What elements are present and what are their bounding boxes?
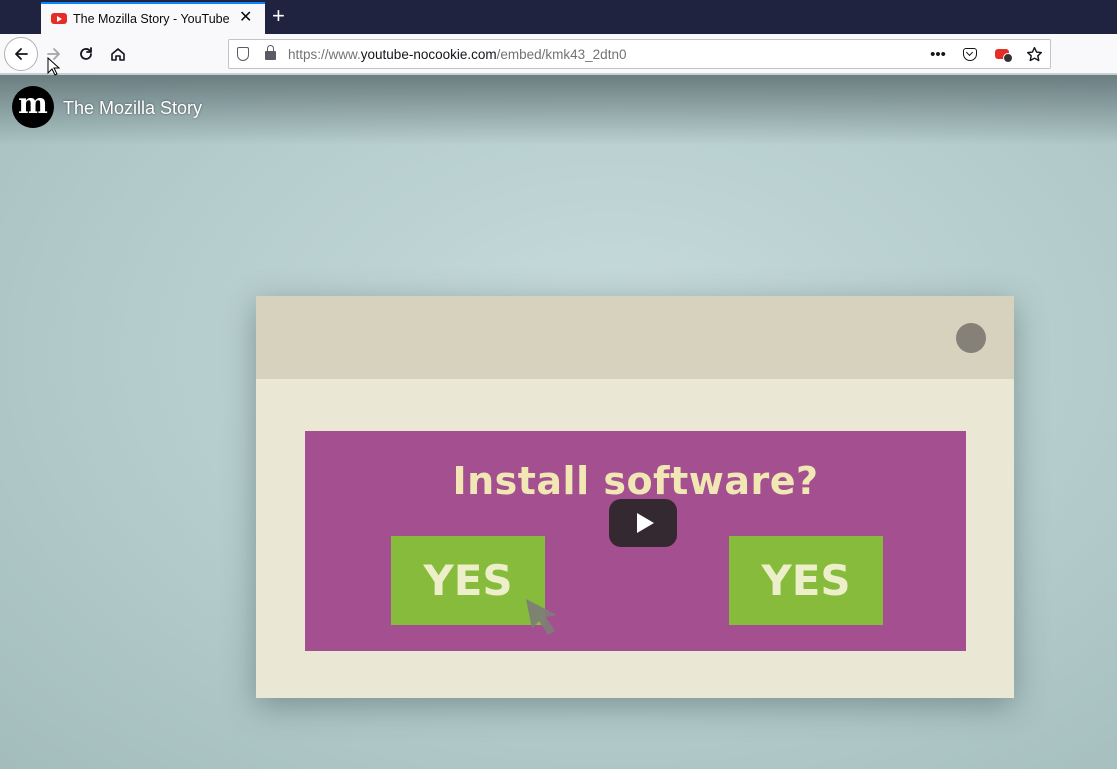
star-icon [1026, 46, 1042, 61]
home-button[interactable] [102, 38, 134, 70]
reload-button[interactable] [70, 38, 102, 70]
bookmark-star-button[interactable] [1024, 44, 1044, 64]
video-frame-dialog-illustration: Install software? YES YES [256, 296, 1014, 698]
page-actions-menu-icon[interactable]: ••• [928, 44, 948, 64]
close-tab-icon[interactable]: ✕ [239, 10, 252, 26]
reload-icon [80, 47, 92, 60]
tracking-protection-shield-icon[interactable] [237, 47, 249, 61]
video-title-link[interactable]: The Mozilla Story [63, 98, 202, 119]
tab-youtube[interactable]: The Mozilla Story - YouTube ✕ [41, 2, 265, 34]
video-player[interactable]: m The Mozilla Story Install software? YE… [0, 75, 1117, 769]
url-actions: ••• [928, 44, 1044, 64]
youtube-extension-button[interactable] [992, 44, 1013, 64]
youtube-icon [51, 13, 67, 24]
url-text[interactable]: https://www.youtube-nocookie.com/embed/k… [288, 47, 626, 62]
navigation-toolbar: https://www.youtube-nocookie.com/embed/k… [0, 34, 1117, 74]
pocket-button[interactable] [960, 44, 980, 64]
back-button[interactable] [4, 37, 38, 71]
back-arrow-icon [15, 48, 28, 60]
yes-box-left: YES [391, 536, 545, 625]
play-button[interactable] [609, 499, 677, 547]
tab-strip: The Mozilla Story - YouTube ✕ + [0, 0, 1117, 34]
dialog-header [256, 296, 1014, 379]
pocket-icon [963, 47, 977, 61]
yes-box-right: YES [729, 536, 883, 625]
url-bar[interactable]: https://www.youtube-nocookie.com/embed/k… [228, 39, 1051, 69]
dialog-close-dot [956, 323, 986, 353]
install-question: Install software? [452, 459, 819, 503]
mouse-pointer-icon [47, 57, 61, 76]
lock-icon[interactable] [265, 45, 276, 60]
tab-title: The Mozilla Story - YouTube [73, 12, 230, 26]
channel-avatar[interactable]: m [12, 86, 54, 128]
youtube-extension-icon [995, 49, 1013, 63]
illustrated-cursor-icon [526, 599, 557, 635]
new-tab-button[interactable]: + [272, 4, 285, 28]
home-icon [111, 48, 125, 61]
